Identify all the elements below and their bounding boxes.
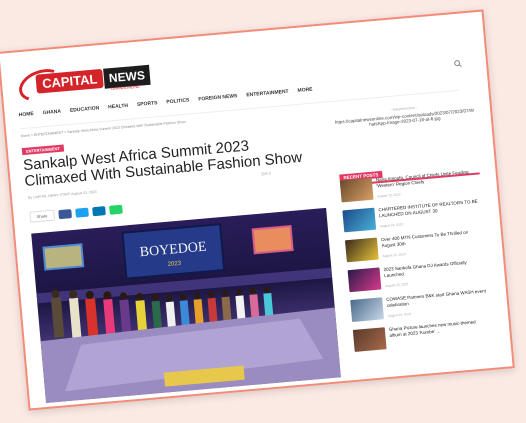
nav-item-sports[interactable]: SPORTS (137, 100, 159, 114)
article-featured-image: BOYEDOE 2023 (31, 207, 341, 404)
share-row: Share (29, 204, 123, 223)
twitter-share-icon[interactable] (74, 207, 89, 218)
facebook-share-icon[interactable] (57, 209, 72, 220)
whatsapp-share-icon[interactable] (108, 204, 123, 215)
post-date: August 23, 2023 (377, 192, 401, 199)
sidebar-advertisement[interactable]: - Advertisement - https://capitalnewsonl… (334, 101, 477, 157)
post-thumbnail[interactable] (342, 207, 377, 233)
stage-screen-left-content (44, 245, 83, 269)
nav-item-politics[interactable]: POLITICS (166, 97, 190, 111)
share-button[interactable]: Share (29, 209, 55, 223)
nav-item-health[interactable]: HEALTH (108, 103, 129, 117)
post-thumbnail[interactable] (350, 297, 385, 323)
linkedin-share-icon[interactable] (91, 206, 106, 217)
nav-item-ghana[interactable]: GHANA (42, 109, 61, 123)
article-title: Sankalp West Africa Summit 2023 Climaxed… (23, 132, 325, 190)
post-thumbnail[interactable] (352, 327, 387, 352)
search-icon[interactable] (454, 60, 463, 69)
stage-screen-right-content (253, 227, 292, 253)
webpage-card: CAPITAL NEWS GHANAONLINE HOME GHANA EDUC… (0, 9, 515, 411)
post-thumbnail[interactable] (339, 177, 374, 203)
post-date: August 23, 2023 (387, 311, 412, 318)
article-meta-counts: 158 0 (260, 170, 272, 177)
nav-item-home[interactable]: HOME (19, 111, 35, 124)
article-byline: By CAPITAL NEWS STAFF August 23, 2023 (27, 189, 97, 200)
post-date: August 23, 2023 (382, 252, 406, 259)
logo-subtitle: GHANAONLINE (110, 83, 141, 92)
fashion-show-scene: BOYEDOE 2023 (36, 223, 341, 404)
post-thumbnail[interactable] (347, 267, 382, 293)
nav-item-education[interactable]: EDUCATION (70, 105, 100, 120)
post-thumbnail[interactable] (344, 237, 379, 263)
nav-item-entertainment[interactable]: ENTERTAINMENT (246, 89, 289, 105)
post-date: August 23, 2023 (384, 282, 409, 289)
nav-item-foreign-news[interactable]: FOREIGN NEWS (198, 93, 238, 108)
post-date: August 23, 2023 (379, 222, 404, 229)
nav-item-more[interactable]: MORE (297, 87, 313, 100)
stage-banner-sub: 2023 (168, 261, 182, 268)
